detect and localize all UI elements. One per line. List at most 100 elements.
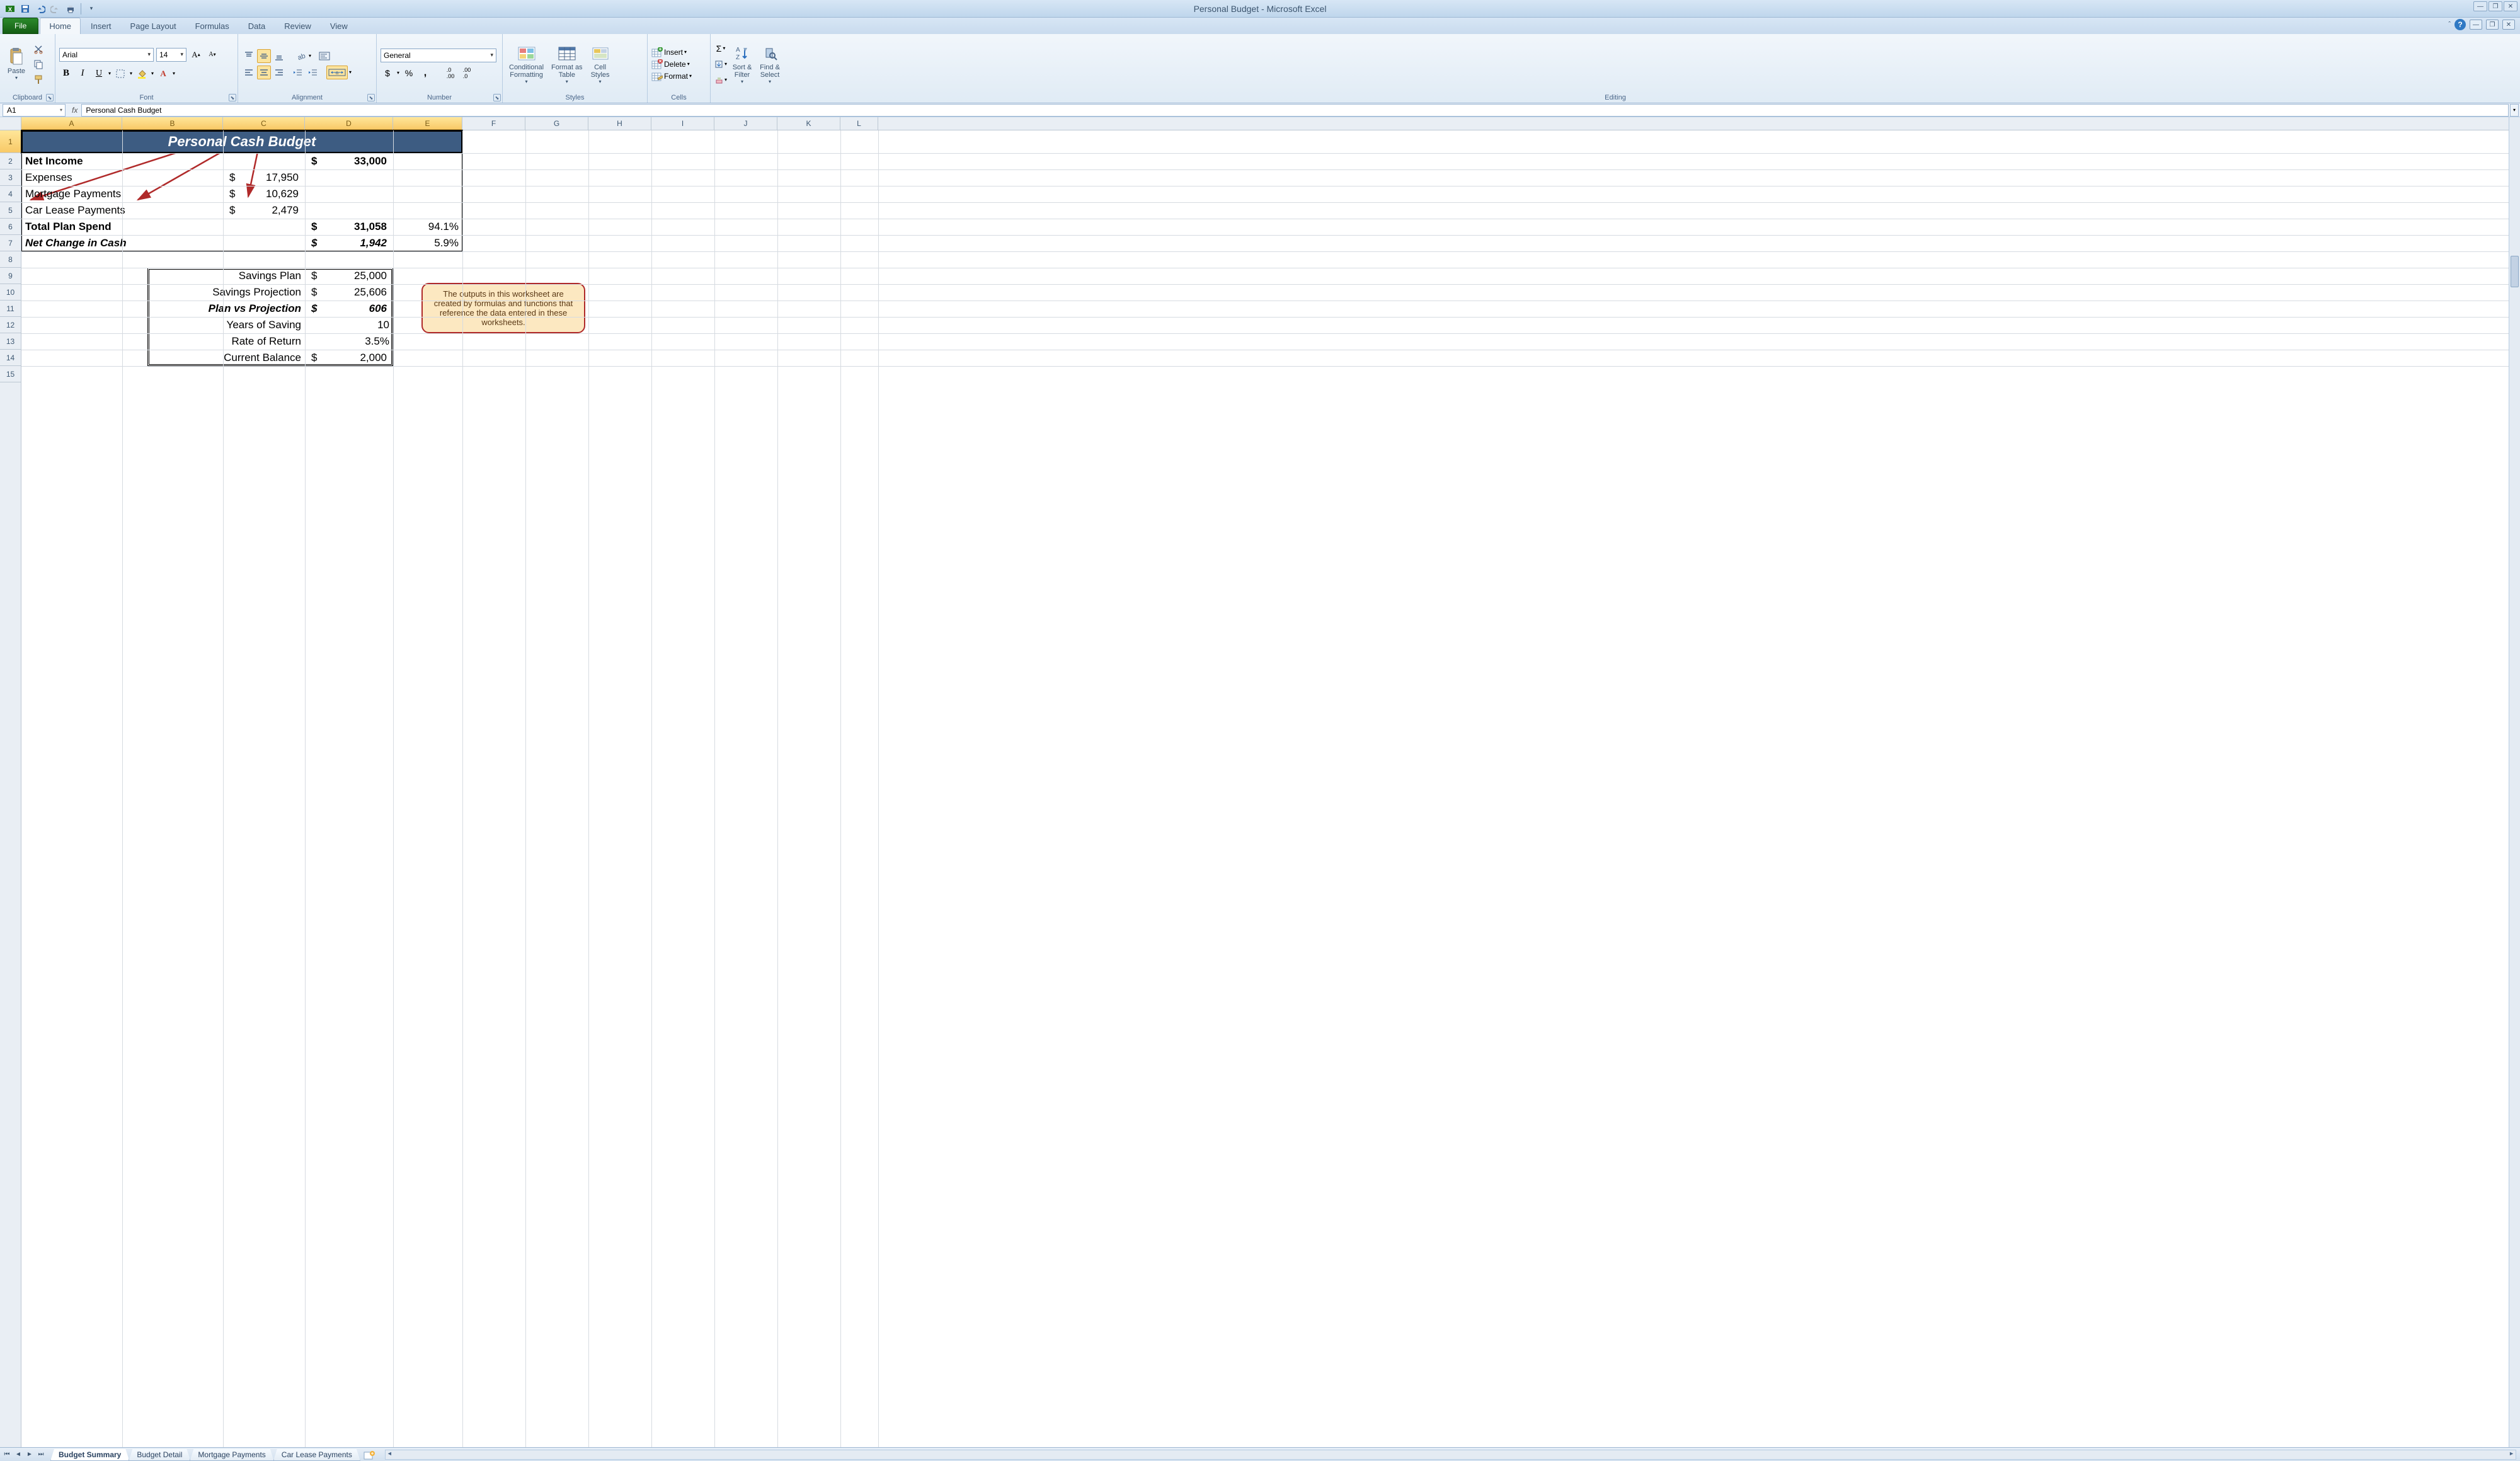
name-box[interactable]: A1 xyxy=(3,104,66,117)
print-icon[interactable] xyxy=(64,3,77,15)
tab-formulas[interactable]: Formulas xyxy=(186,18,238,34)
cell-title[interactable]: Personal Cash Budget xyxy=(21,130,462,153)
cell-C4[interactable]: $10,629 xyxy=(223,186,305,202)
comma-format-icon[interactable]: , xyxy=(418,66,432,80)
percent-format-icon[interactable]: % xyxy=(402,66,416,80)
minimize-button[interactable]: — xyxy=(2473,1,2487,11)
cell-D6[interactable]: $31,058 xyxy=(305,219,393,235)
row-header-13[interactable]: 13 xyxy=(0,333,21,350)
cell-D10[interactable]: $25,606 xyxy=(305,284,393,301)
cell-D13[interactable]: 3.5% xyxy=(305,333,393,350)
cell-C5[interactable]: $2,479 xyxy=(223,202,305,219)
tab-data[interactable]: Data xyxy=(239,18,274,34)
row-header-1[interactable]: 1 xyxy=(0,130,21,153)
clear-icon[interactable]: ▾ xyxy=(714,73,727,87)
font-size-combo[interactable]: 14▾ xyxy=(156,48,186,62)
shrink-font-icon[interactable]: A▾ xyxy=(205,48,219,62)
insert-cells-button[interactable]: Insert▾ xyxy=(651,47,692,57)
fill-icon[interactable]: ▾ xyxy=(714,57,727,71)
row-header-12[interactable]: 12 xyxy=(0,317,21,333)
cut-icon[interactable] xyxy=(32,42,45,56)
cell-C3[interactable]: $17,950 xyxy=(223,169,305,186)
format-painter-icon[interactable] xyxy=(32,72,45,86)
format-cells-button[interactable]: Format▾ xyxy=(651,71,692,81)
cell-B13[interactable]: Rate of Return xyxy=(147,333,305,350)
align-top-icon[interactable] xyxy=(242,49,256,63)
save-icon[interactable] xyxy=(19,3,32,15)
align-right-icon[interactable] xyxy=(272,66,286,79)
select-all-corner[interactable] xyxy=(0,117,21,130)
tab-view[interactable]: View xyxy=(321,18,357,34)
help-icon[interactable]: ? xyxy=(2454,19,2466,30)
delete-cells-button[interactable]: Delete▾ xyxy=(651,59,692,69)
undo-icon[interactable] xyxy=(34,3,47,15)
column-header-F[interactable]: F xyxy=(462,117,525,130)
column-header-J[interactable]: J xyxy=(714,117,777,130)
cell-D7[interactable]: $1,942 xyxy=(305,235,393,251)
fx-label[interactable]: fx xyxy=(72,106,77,115)
number-dialog-launcher[interactable]: ⬊ xyxy=(493,94,501,101)
column-header-B[interactable]: B xyxy=(122,117,223,130)
insert-sheet-icon[interactable] xyxy=(360,1450,379,1461)
cell-B12[interactable]: Years of Saving xyxy=(147,317,305,333)
column-header-H[interactable]: H xyxy=(588,117,651,130)
find-select-button[interactable]: Find & Select▾ xyxy=(757,42,782,86)
autosum-icon[interactable]: Σ▾ xyxy=(714,42,727,55)
workbook-restore-button[interactable]: ❐ xyxy=(2486,20,2499,30)
tab-file[interactable]: File xyxy=(3,18,38,34)
paste-button[interactable]: Paste ▾ xyxy=(4,46,29,82)
column-header-D[interactable]: D xyxy=(305,117,393,130)
row-header-8[interactable]: 8 xyxy=(0,251,21,268)
row-header-9[interactable]: 9 xyxy=(0,268,21,284)
sheet-nav-last-icon[interactable]: ⏭ xyxy=(35,1449,47,1460)
tab-review[interactable]: Review xyxy=(275,18,320,34)
sheet-tab-budget-detail[interactable]: Budget Detail xyxy=(129,1449,190,1461)
cell-D2[interactable]: $33,000 xyxy=(305,153,393,169)
row-header-14[interactable]: 14 xyxy=(0,350,21,366)
cell-D12[interactable]: 10 xyxy=(305,317,393,333)
horizontal-scrollbar[interactable] xyxy=(385,1450,2516,1460)
sheet-nav-next-icon[interactable]: ► xyxy=(24,1449,35,1460)
accounting-format-icon[interactable]: $ xyxy=(381,66,394,80)
restore-button[interactable]: ❐ xyxy=(2488,1,2502,11)
sheet-nav-first-icon[interactable]: ⏮ xyxy=(1,1449,13,1460)
row-header-11[interactable]: 11 xyxy=(0,301,21,317)
row-header-2[interactable]: 2 xyxy=(0,153,21,169)
column-header-A[interactable]: A xyxy=(21,117,122,130)
underline-button[interactable]: U xyxy=(92,67,106,81)
tab-page-layout[interactable]: Page Layout xyxy=(122,18,185,34)
copy-icon[interactable] xyxy=(32,57,45,71)
number-format-combo[interactable]: General▾ xyxy=(381,49,496,62)
row-header-4[interactable]: 4 xyxy=(0,186,21,202)
align-middle-icon[interactable] xyxy=(257,49,271,63)
column-header-K[interactable]: K xyxy=(777,117,840,130)
clipboard-dialog-launcher[interactable]: ⬊ xyxy=(46,94,54,101)
align-left-icon[interactable] xyxy=(242,66,256,79)
align-bottom-icon[interactable] xyxy=(272,49,286,63)
merge-center-icon[interactable]: a xyxy=(326,66,348,79)
borders-icon[interactable] xyxy=(113,67,127,81)
tab-home[interactable]: Home xyxy=(40,18,81,34)
decrease-indent-icon[interactable] xyxy=(291,66,305,79)
conditional-formatting-button[interactable]: Conditional Formatting▾ xyxy=(507,42,546,86)
cell-styles-button[interactable]: Cell Styles▾ xyxy=(588,42,613,86)
format-as-table-button[interactable]: Format as Table▾ xyxy=(549,42,585,86)
column-header-E[interactable]: E xyxy=(393,117,462,130)
increase-indent-icon[interactable] xyxy=(306,66,320,79)
alignment-dialog-launcher[interactable]: ⬊ xyxy=(367,94,375,101)
wrap-text-icon[interactable] xyxy=(318,49,331,63)
font-dialog-launcher[interactable]: ⬊ xyxy=(229,94,236,101)
cell-E6[interactable]: 94.1% xyxy=(393,219,462,235)
sheet-tab-car-lease-payments[interactable]: Car Lease Payments xyxy=(273,1449,360,1461)
sort-filter-button[interactable]: AZ Sort & Filter▾ xyxy=(730,42,755,86)
cell-D11[interactable]: $606 xyxy=(305,301,393,317)
sheet-nav-prev-icon[interactable]: ◄ xyxy=(13,1449,24,1460)
decrease-decimal-icon[interactable]: .00.0 xyxy=(460,66,474,80)
tab-insert[interactable]: Insert xyxy=(82,18,120,34)
cell-B10[interactable]: Savings Projection xyxy=(147,284,305,301)
cell-B14[interactable]: Current Balance xyxy=(147,350,305,366)
row-header-15[interactable]: 15 xyxy=(0,366,21,382)
column-header-L[interactable]: L xyxy=(840,117,878,130)
orientation-icon[interactable]: ab xyxy=(294,49,307,63)
workbook-close-button[interactable]: ✕ xyxy=(2502,20,2515,30)
